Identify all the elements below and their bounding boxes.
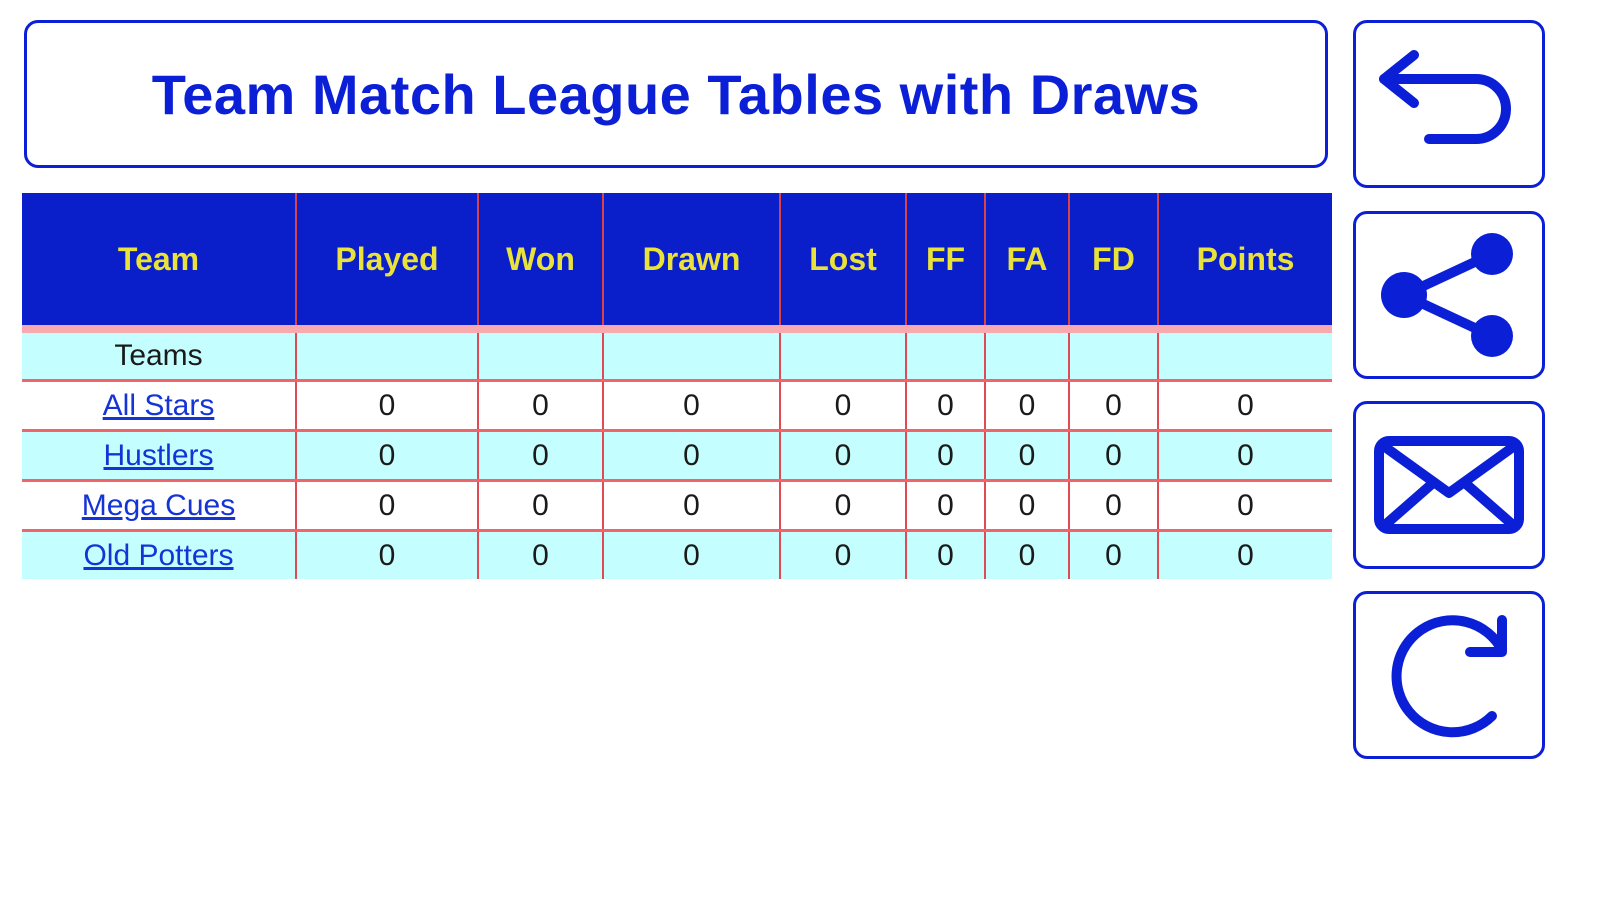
won-cell: 0 — [477, 529, 603, 579]
fa-cell: 0 — [984, 379, 1069, 431]
table-row: Old Potters 0 0 0 0 0 0 0 0 — [22, 529, 1332, 579]
played-cell: 0 — [295, 379, 478, 431]
ff-cell: 0 — [905, 529, 985, 579]
mail-icon — [1373, 435, 1525, 535]
fa-cell: 0 — [984, 429, 1069, 481]
drawn-cell: 0 — [602, 479, 780, 531]
empty-cell — [602, 325, 780, 381]
table-row: Mega Cues 0 0 0 0 0 0 0 0 — [22, 479, 1332, 531]
team-link-old-potters[interactable]: Old Potters — [83, 539, 233, 572]
fd-cell: 0 — [1068, 529, 1158, 579]
empty-cell — [1157, 325, 1332, 381]
played-cell: 0 — [295, 529, 478, 579]
email-button[interactable] — [1353, 401, 1545, 569]
team-cell: All Stars — [22, 379, 296, 431]
played-cell: 0 — [295, 479, 478, 531]
empty-cell — [984, 325, 1069, 381]
fd-cell: 0 — [1068, 429, 1158, 481]
fa-cell: 0 — [984, 529, 1069, 579]
points-cell: 0 — [1157, 479, 1332, 531]
section-label: Teams — [22, 325, 296, 381]
ff-cell: 0 — [905, 479, 985, 531]
drawn-cell: 0 — [602, 529, 780, 579]
won-cell: 0 — [477, 479, 603, 531]
column-header-fa: FA — [984, 193, 1069, 331]
column-header-played: Played — [295, 193, 478, 331]
league-table: Team Played Won Drawn Lost FF FA FD Poin… — [22, 193, 1332, 579]
lost-cell: 0 — [779, 479, 906, 531]
ff-cell: 0 — [905, 379, 985, 431]
empty-cell — [779, 325, 906, 381]
column-header-team: Team — [22, 193, 296, 331]
won-cell: 0 — [477, 429, 603, 481]
points-cell: 0 — [1157, 529, 1332, 579]
page-title: Team Match League Tables with Draws — [151, 62, 1201, 126]
ff-cell: 0 — [905, 429, 985, 481]
lost-cell: 0 — [779, 529, 906, 579]
empty-cell — [295, 325, 478, 381]
section-row-teams: Teams — [22, 325, 1332, 381]
team-cell: Mega Cues — [22, 479, 296, 531]
empty-cell — [905, 325, 985, 381]
back-arrow-icon — [1374, 49, 1524, 159]
team-link-all-stars[interactable]: All Stars — [103, 389, 215, 422]
title-banner: Team Match League Tables with Draws — [24, 20, 1328, 168]
column-header-ff: FF — [905, 193, 985, 331]
refresh-icon — [1374, 610, 1524, 740]
column-header-fd: FD — [1068, 193, 1158, 331]
table-header-row: Team Played Won Drawn Lost FF FA FD Poin… — [22, 193, 1332, 331]
column-header-drawn: Drawn — [602, 193, 780, 331]
played-cell: 0 — [295, 429, 478, 481]
column-header-points: Points — [1157, 193, 1332, 331]
lost-cell: 0 — [779, 379, 906, 431]
share-button[interactable] — [1353, 211, 1545, 379]
share-icon — [1374, 230, 1524, 360]
empty-cell — [1068, 325, 1158, 381]
lost-cell: 0 — [779, 429, 906, 481]
table-row: All Stars 0 0 0 0 0 0 0 0 — [22, 379, 1332, 431]
column-header-won: Won — [477, 193, 603, 331]
fd-cell: 0 — [1068, 479, 1158, 531]
empty-cell — [477, 325, 603, 381]
column-header-lost: Lost — [779, 193, 906, 331]
drawn-cell: 0 — [602, 379, 780, 431]
back-button[interactable] — [1353, 20, 1545, 188]
drawn-cell: 0 — [602, 429, 780, 481]
team-cell: Old Potters — [22, 529, 296, 579]
team-cell: Hustlers — [22, 429, 296, 481]
points-cell: 0 — [1157, 429, 1332, 481]
points-cell: 0 — [1157, 379, 1332, 431]
table-row: Hustlers 0 0 0 0 0 0 0 0 — [22, 429, 1332, 481]
won-cell: 0 — [477, 379, 603, 431]
refresh-button[interactable] — [1353, 591, 1545, 759]
fa-cell: 0 — [984, 479, 1069, 531]
fd-cell: 0 — [1068, 379, 1158, 431]
team-link-hustlers[interactable]: Hustlers — [103, 439, 213, 472]
team-link-mega-cues[interactable]: Mega Cues — [82, 489, 235, 522]
